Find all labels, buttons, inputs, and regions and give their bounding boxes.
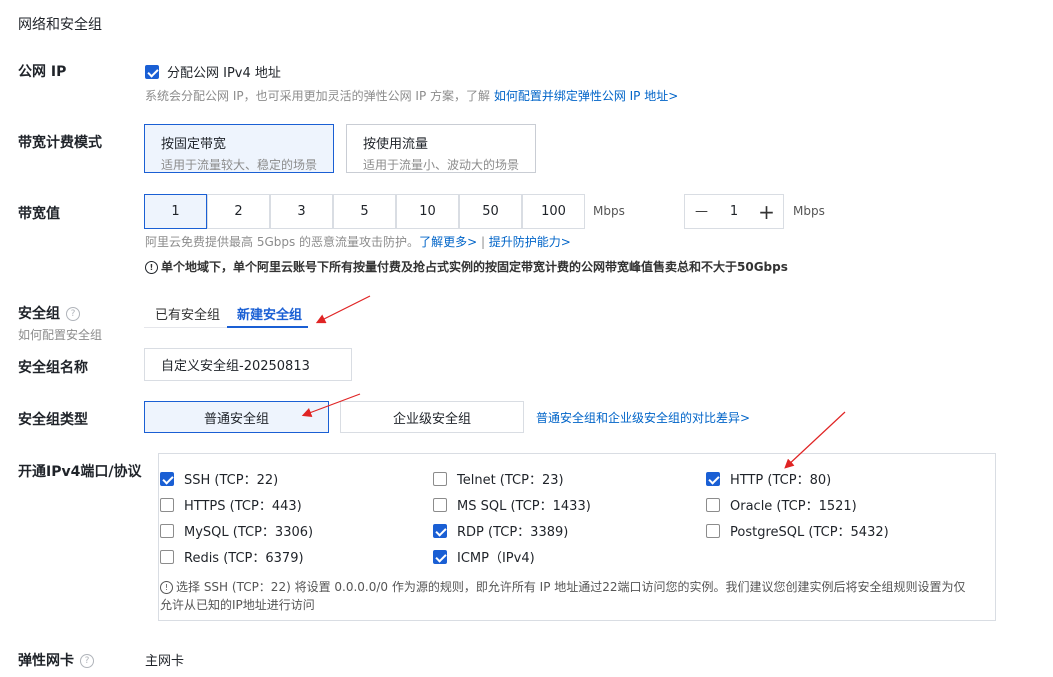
help-icon[interactable]: ? [66,307,80,321]
port-label: MySQL (TCP：3306) [184,525,314,540]
checkbox-checked-icon [706,471,720,486]
port-label: RDP (TCP：3389) [457,525,569,540]
section-title: 网络和安全组 [18,17,102,33]
checkbox-empty-icon [160,497,174,512]
port-postgresql[interactable]: PostgreSQL (TCP：5432) [706,521,889,540]
ddos-hint-text: 阿里云免费提供最高 5Gbps 的恶意流量攻击防护。 [145,235,420,249]
assign-ipv4-checkbox[interactable]: 分配公网 IPv4 地址 [145,62,281,81]
checkbox-checked-icon [145,64,159,79]
sg-type-enterprise[interactable]: 企业级安全组 [340,401,524,433]
help-icon[interactable]: ? [80,654,94,668]
billing-option-title: 按使用流量 [363,137,429,152]
checkbox-empty-icon [160,549,174,564]
tab-new-sg[interactable]: 新建安全组 [237,304,302,323]
port-label: Telnet (TCP：23) [457,473,564,488]
billing-mode-label: 带宽计费模式 [18,135,102,151]
sg-name-input[interactable]: 自定义安全组-20250813 [144,348,352,381]
port-label: MS SQL (TCP：1433) [457,499,591,514]
annotation-arrow-new-sg [315,295,371,324]
billing-fixed-bandwidth-card[interactable]: 按固定带宽 适用于流量较大、稳定的场景 [144,124,334,173]
port-label: HTTPS (TCP：443) [184,499,302,514]
ddos-hint: 阿里云免费提供最高 5Gbps 的恶意流量攻击防护。了解更多> | 提升防护能力… [145,233,571,250]
public-ip-hint-text: 系统会分配公网 IP，也可采用更加灵活的弹性公网 IP 方案，了解 [145,89,490,103]
bandwidth-option-1[interactable]: 1 [144,194,207,229]
sg-type-label: 安全组类型 [18,412,88,428]
bandwidth-option-50[interactable]: 50 [459,194,522,229]
plus-icon[interactable]: + [750,195,783,228]
sg-name-label: 安全组名称 [18,360,88,376]
bandwidth-option-5[interactable]: 5 [333,194,396,229]
bandwidth-option-3[interactable]: 3 [270,194,333,229]
stepper-unit: Mbps [793,204,825,218]
assign-ipv4-label: 分配公网 IPv4 地址 [167,66,281,81]
bandwidth-stepper: — 1 + [684,194,784,229]
port-label: Redis (TCP：6379) [184,551,304,566]
checkbox-empty-icon [433,471,447,486]
bandwidth-option-2[interactable]: 2 [207,194,270,229]
bandwidth-unit: Mbps [593,204,625,218]
bandwidth-notice: ! 单个地域下，单个阿里云账号下所有按量付费及抢占式实例的按固定带宽计费的公网带宽… [145,258,788,275]
how-to-config-sg[interactable]: 如何配置安全组 [18,326,102,343]
port-rdp[interactable]: RDP (TCP：3389) [433,521,568,540]
checkbox-checked-icon [160,471,174,486]
port-icmp[interactable]: ICMP（IPv4) [433,547,535,566]
sg-type-compare-link[interactable]: 普通安全组和企业级安全组的对比差异> [536,409,750,426]
bandwidth-stepper-value[interactable]: 1 [718,204,750,219]
eni-label-text: 弹性网卡 [18,653,74,669]
ssh-warning-line1: 选择 SSH (TCP：22) 将设置 0.0.0.0/0 作为源的规则，即允许… [176,580,966,594]
checkbox-empty-icon [433,497,447,512]
active-tab-indicator [227,326,308,328]
upgrade-protection-link[interactable]: 提升防护能力> [489,235,571,249]
minus-icon[interactable]: — [685,195,718,228]
bandwidth-notice-text: 单个地域下，单个阿里云账号下所有按量付费及抢占式实例的按固定带宽计费的公网带宽峰… [161,260,788,274]
public-ip-label: 公网 IP [18,64,67,80]
ports-label: 开通IPv4端口/协议 [18,464,142,480]
bandwidth-option-100[interactable]: 100 [522,194,585,229]
security-group-label: 安全组? [18,303,80,323]
info-icon: ! [145,261,158,274]
port-label: SSH (TCP：22) [184,473,279,488]
tab-existing-sg[interactable]: 已有安全组 [155,304,220,323]
hint-separator: | [477,235,489,249]
port-label: HTTP (TCP：80) [730,473,832,488]
port-http[interactable]: HTTP (TCP：80) [706,469,831,488]
info-icon: ! [160,581,173,594]
eni-value: 主网卡 [145,654,185,669]
ssh-warning: ! 选择 SSH (TCP：22) 将设置 0.0.0.0/0 作为源的规则，即允… [160,578,990,614]
checkbox-checked-icon [433,549,447,564]
billing-option-title: 按固定带宽 [161,137,227,152]
port-telnet[interactable]: Telnet (TCP：23) [433,469,564,488]
checkbox-checked-icon [433,523,447,538]
eip-config-link[interactable]: 如何配置并绑定弹性公网 IP 地址> [494,89,678,103]
billing-option-desc: 适用于流量小、波动大的场景 [363,158,520,172]
sg-type-normal[interactable]: 普通安全组 [144,401,329,433]
port-ssh[interactable]: SSH (TCP：22) [160,469,278,488]
billing-option-desc: 适用于流量较大、稳定的场景 [161,158,318,172]
checkbox-empty-icon [160,523,174,538]
port-oracle[interactable]: Oracle (TCP：1521) [706,495,857,514]
security-group-label-text: 安全组 [18,306,60,322]
port-label: Oracle (TCP：1521) [730,499,857,514]
checkbox-empty-icon [706,497,720,512]
port-redis[interactable]: Redis (TCP：6379) [160,547,304,566]
port-mysql[interactable]: MySQL (TCP：3306) [160,521,313,540]
public-ip-hint: 系统会分配公网 IP，也可采用更加灵活的弹性公网 IP 方案，了解 如何配置并绑… [145,87,678,104]
bandwidth-label: 带宽值 [18,206,60,222]
port-label: PostgreSQL (TCP：5432) [730,525,889,540]
billing-pay-by-traffic-card[interactable]: 按使用流量 适用于流量小、波动大的场景 [346,124,536,173]
bandwidth-option-10[interactable]: 10 [396,194,459,229]
learn-more-link[interactable]: 了解更多> [419,235,477,249]
checkbox-empty-icon [706,523,720,538]
ssh-warning-line2: 允许从已知的IP地址进行访问 [160,598,315,612]
eni-label: 弹性网卡? [18,650,94,670]
port-mssql[interactable]: MS SQL (TCP：1433) [433,495,591,514]
port-label: ICMP（IPv4) [457,551,535,566]
port-https[interactable]: HTTPS (TCP：443) [160,495,302,514]
